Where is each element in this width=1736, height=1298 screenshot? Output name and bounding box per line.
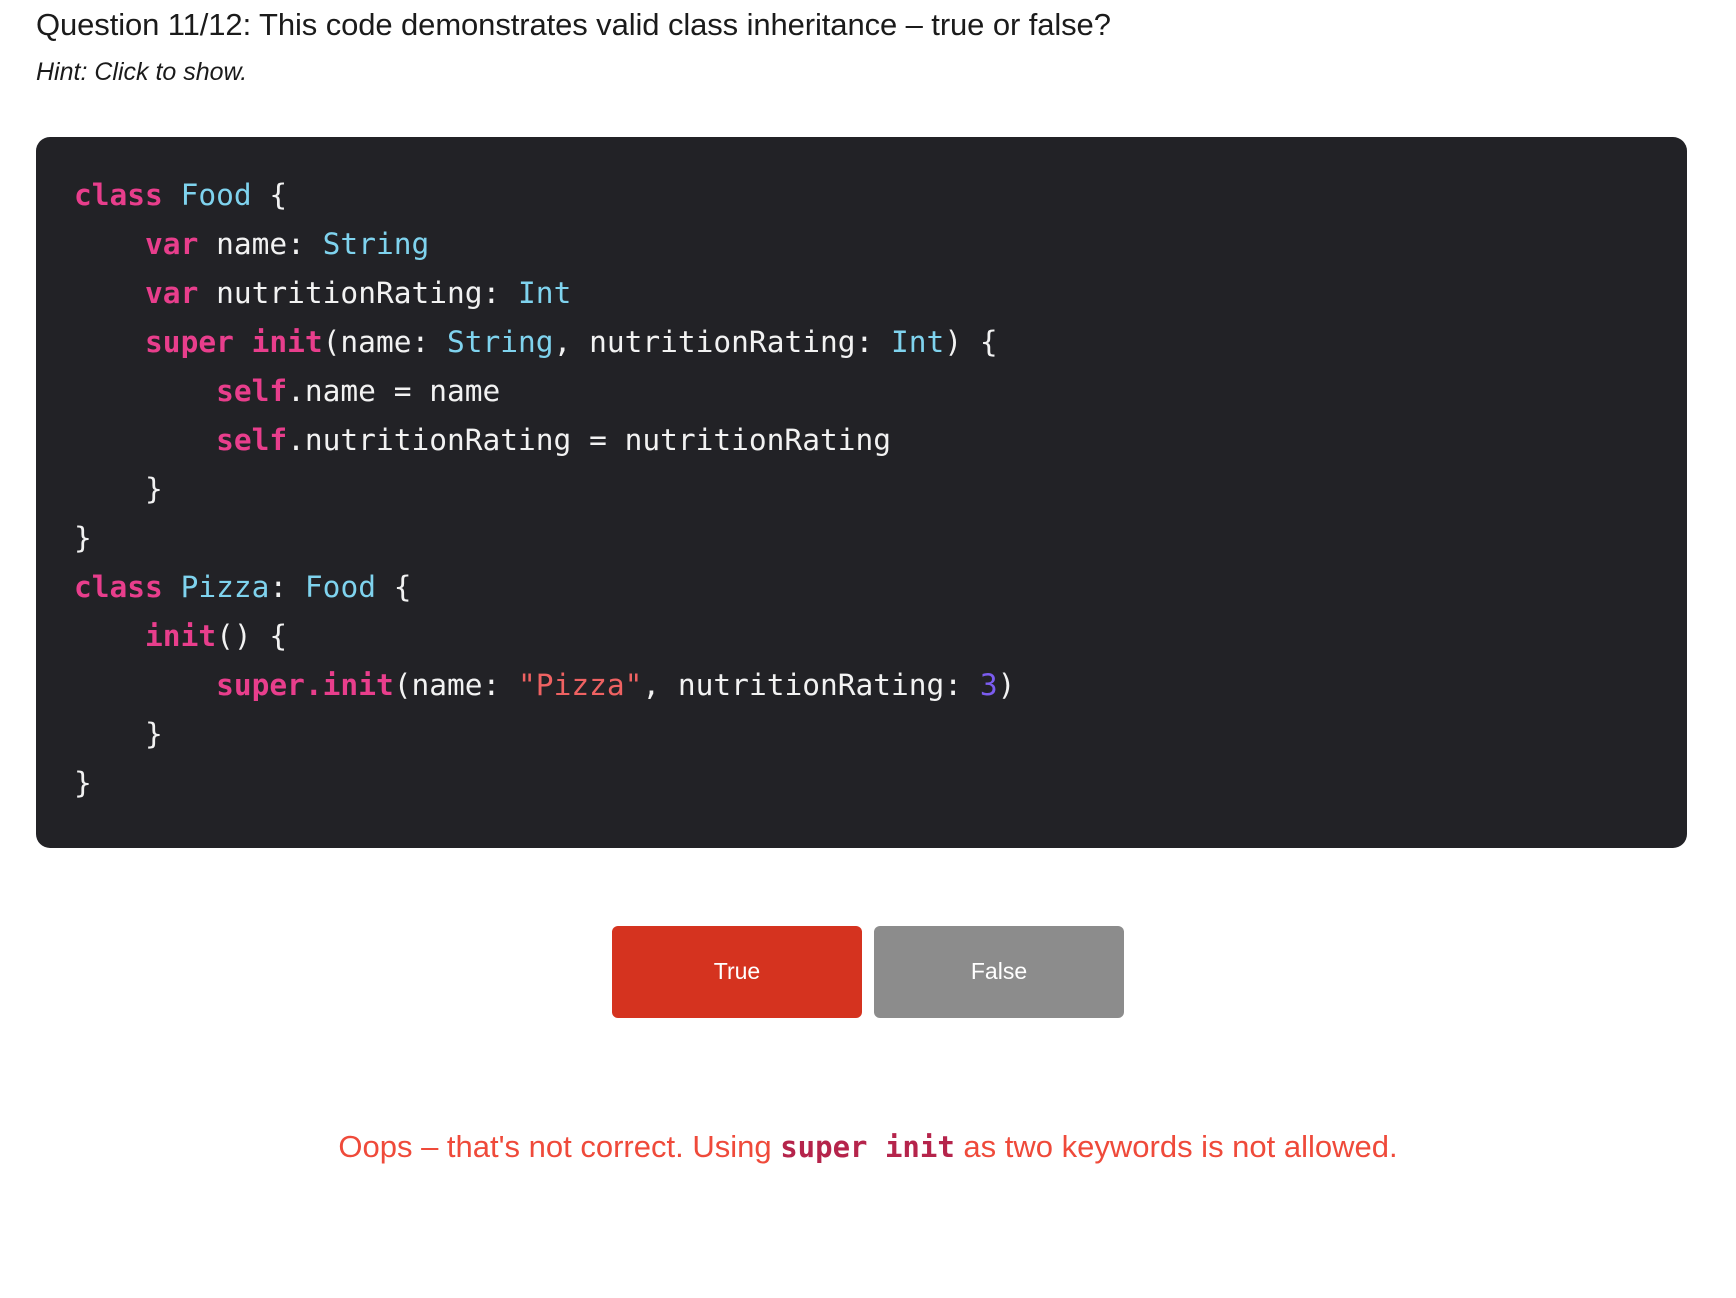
code-token: super: [216, 667, 305, 702]
feedback-code-token: super init: [780, 1129, 955, 1164]
code-token: () {: [216, 618, 288, 653]
code-token: ) {: [944, 324, 998, 359]
code-token: , nutritionRating:: [642, 667, 980, 702]
code-token: Int: [518, 275, 572, 310]
code-token: (name:: [393, 667, 519, 702]
code-token: var: [145, 275, 199, 310]
code-token: class: [74, 177, 163, 212]
code-token: .nutritionRating = nutritionRating: [287, 422, 891, 457]
code-token: {: [375, 569, 412, 604]
code-token: :: [269, 569, 305, 604]
code-token: init: [145, 618, 217, 653]
code-token: "Pizza": [518, 667, 643, 702]
answer-buttons: True False: [36, 925, 1700, 1018]
hint-toggle[interactable]: Hint: Click to show.: [36, 57, 1700, 87]
code-token: 3: [979, 667, 998, 702]
feedback-prefix: Oops – that's not correct. Using: [338, 1128, 781, 1164]
code-token: var: [145, 226, 199, 261]
code-token: class: [74, 569, 163, 604]
code-token: {: [251, 177, 288, 212]
code-block: class Food { var name: String var nutrit…: [36, 136, 1687, 848]
code-token: }: [74, 520, 92, 555]
code-token: .: [304, 667, 323, 702]
page-title: Question 11/12: This code demonstrates v…: [36, 7, 1111, 42]
code-token: ): [997, 667, 1016, 702]
code-token: Food: [180, 177, 252, 212]
code-token: .name = name: [287, 373, 501, 408]
feedback-suffix: as two keywords is not allowed.: [954, 1128, 1398, 1164]
code-token: self: [216, 422, 288, 457]
code-token: Pizza: [180, 569, 270, 604]
code-token: Food: [304, 569, 376, 604]
code-token: String: [446, 324, 554, 359]
quiz-page: Question 11/12: This code demonstrates v…: [0, 0, 1736, 1298]
code-token: self: [216, 373, 288, 408]
code-token: }: [74, 765, 92, 800]
code-token: }: [74, 716, 163, 751]
code-token: String: [322, 226, 430, 261]
code-token: Int: [891, 324, 945, 359]
answer-true-button[interactable]: True: [612, 925, 862, 1018]
code-token: init: [322, 667, 394, 702]
code-token: , nutritionRating:: [553, 324, 892, 359]
feedback-message: Oops – that's not correct. Using super i…: [36, 1128, 1700, 1165]
answer-false-button[interactable]: False: [874, 925, 1124, 1018]
code-token: (name:: [322, 324, 447, 359]
code-token: }: [74, 471, 163, 506]
code-token: name:: [198, 226, 323, 261]
code-token: super init: [145, 324, 323, 359]
code-token: nutritionRating:: [198, 275, 519, 310]
code-content: class Food { var name: String var nutrit…: [74, 171, 1649, 808]
